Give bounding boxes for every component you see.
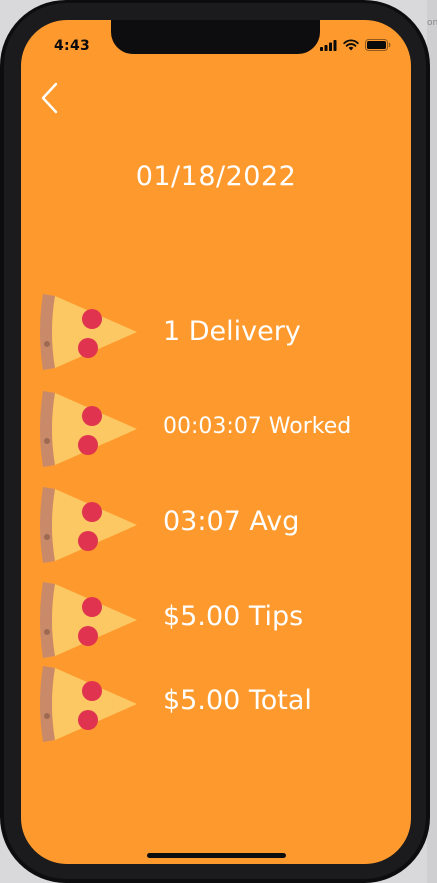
stat-row-worked: 00:03:07 Worked [37,389,407,469]
pizza-slice-icon [40,294,137,370]
stat-row-total: $5.00 Total [37,664,407,744]
pizza-slice-icon [40,487,137,563]
tips-label: $5.00 Tips [163,601,304,632]
background-window-text: on [427,18,437,28]
worked-label: 00:03:07 Worked [163,414,352,439]
home-indicator[interactable] [147,853,286,858]
app-screen: 4:43 01/18/2022 1 Delivery 00:03:07 Work… [21,20,411,864]
pizza-slice-icon [40,582,137,658]
deliveries-label: 1 Delivery [163,316,301,347]
date-title: 01/18/2022 [135,161,297,192]
pizza-slice-icon [40,391,137,467]
status-time: 4:43 [54,38,91,54]
chevron-left-icon [41,82,58,114]
stat-row-deliveries: 1 Delivery [37,292,407,372]
total-label: $5.00 Total [163,685,312,716]
stat-row-average: 03:07 Avg [37,485,407,565]
back-button[interactable] [37,78,67,118]
stat-row-tips: $5.00 Tips [37,580,407,660]
pizza-slice-icon [40,666,137,742]
phone-frame: 4:43 01/18/2022 1 Delivery 00:03:07 Work… [0,0,430,883]
notch [111,20,320,54]
status-icons [320,39,391,51]
signal-icon [320,39,337,51]
battery-icon [365,39,391,51]
wifi-icon [343,39,359,51]
average-label: 03:07 Avg [163,506,300,537]
